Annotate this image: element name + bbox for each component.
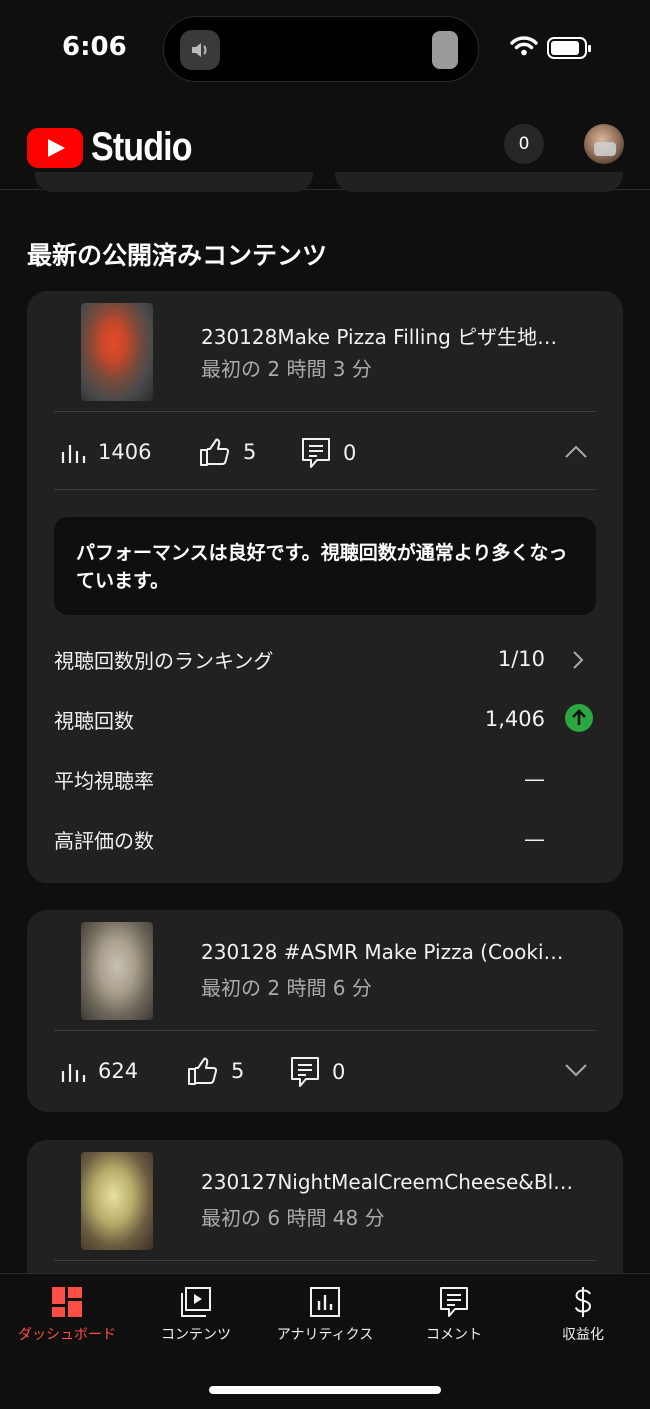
views-stat: 624 (60, 1058, 138, 1084)
dynamic-island (163, 16, 479, 82)
metric-label-ranking[interactable]: 視聴回数別のランキング (54, 645, 273, 674)
metric-label-views: 視聴回数 (54, 709, 134, 733)
youtube-logo-icon (27, 127, 83, 168)
battery-icon (547, 37, 591, 59)
video-card[interactable]: 230128Make Pizza Filling ピザ生地… 最初の 2 時間 … (27, 291, 623, 883)
likes-count: 5 (243, 440, 257, 464)
nav-monetization[interactable]: 収益化 (518, 1286, 648, 1344)
status-bar: 6:06 (0, 0, 650, 96)
video-card[interactable]: 230128 #ASMR Make Pizza (Cooki… 最初の 2 時間… (27, 910, 623, 1112)
homepod-icon (432, 31, 458, 69)
views-icon (61, 445, 86, 463)
wifi-icon (510, 36, 538, 56)
comments-count: 0 (332, 1060, 346, 1084)
nav-label: アナリティクス (276, 1327, 374, 1343)
performance-message: パフォーマンスは良好です。視聴回数が通常より多くなっています。 (54, 517, 596, 615)
metric-value-views: 1,406 (484, 707, 545, 731)
content-icon (181, 1287, 211, 1317)
nav-label: 収益化 (562, 1327, 604, 1343)
previous-card-edge (35, 172, 313, 192)
metric-label-avg-view-rate: 平均視聴率 (54, 769, 154, 793)
home-indicator (209, 1386, 441, 1394)
chevron-right-icon[interactable] (571, 649, 585, 671)
studio-logo[interactable]: Studio (27, 125, 209, 170)
speaker-icon (180, 30, 220, 70)
divider (54, 1030, 596, 1031)
video-subtitle: 最初の 2 時間 3 分 (201, 357, 372, 381)
thumbs-up-icon (200, 438, 230, 466)
likes-stat: 5 (187, 1056, 244, 1086)
metric-label-likes: 高評価の数 (54, 829, 154, 853)
nav-label: コンテンツ (161, 1327, 231, 1343)
video-subtitle: 最初の 2 時間 6 分 (201, 976, 372, 1000)
comments-stat: 0 (301, 437, 356, 469)
nav-label: コメント (426, 1327, 482, 1343)
video-title[interactable]: 230127NightMealCreemCheese&Bl… (201, 1170, 601, 1194)
chevron-up-icon[interactable] (564, 443, 588, 459)
views-icon (61, 1064, 86, 1082)
chevron-down-icon[interactable] (564, 1062, 588, 1078)
divider (54, 1260, 596, 1261)
metric-value-avg-view-rate: — (524, 767, 545, 791)
thumbs-up-icon (188, 1057, 218, 1085)
previous-card-edge (335, 172, 623, 192)
nav-dashboard[interactable]: ダッシュボード (2, 1286, 132, 1344)
video-thumbnail[interactable] (81, 1152, 153, 1250)
comments-count: 0 (343, 441, 357, 465)
nav-content[interactable]: コンテンツ (131, 1286, 261, 1344)
views-stat: 1406 (60, 439, 151, 465)
metric-value-likes: — (524, 827, 545, 851)
video-thumbnail[interactable] (81, 303, 153, 401)
likes-stat: 5 (199, 437, 256, 467)
dashboard-icon (52, 1287, 82, 1317)
section-title: 最新の公開済みコンテンツ (27, 241, 328, 270)
video-subtitle: 最初の 6 時間 48 分 (201, 1206, 385, 1230)
divider (54, 489, 596, 490)
video-title[interactable]: 230128 #ASMR Make Pizza (Cooki… (201, 940, 601, 964)
comments-stat: 0 (290, 1056, 345, 1088)
nav-analytics[interactable]: アナリティクス (260, 1286, 390, 1344)
views-count: 1406 (98, 440, 152, 464)
nav-comments[interactable]: コメント (389, 1286, 519, 1344)
video-thumbnail[interactable] (81, 922, 153, 1020)
avatar[interactable] (584, 124, 624, 164)
likes-count: 5 (231, 1059, 245, 1083)
views-count: 624 (98, 1059, 139, 1083)
analytics-icon (310, 1287, 340, 1317)
studio-dashboard: 6:06 Studio 0 最新の公開済みコンテンツ 230128Make Pi… (0, 0, 650, 1409)
comment-icon (291, 1057, 319, 1087)
dollar-icon (574, 1287, 592, 1317)
nav-label: ダッシュボード (18, 1327, 116, 1343)
video-title[interactable]: 230128Make Pizza Filling ピザ生地… (201, 321, 601, 350)
arrow-up-icon (565, 704, 593, 732)
comment-icon (302, 438, 330, 468)
logo-text: Studio (91, 125, 193, 169)
status-time: 6:06 (62, 32, 127, 62)
divider (54, 411, 596, 412)
comment-icon (440, 1287, 468, 1317)
metric-value-ranking: 1/10 (497, 647, 545, 671)
notification-button[interactable]: 0 (504, 124, 544, 164)
